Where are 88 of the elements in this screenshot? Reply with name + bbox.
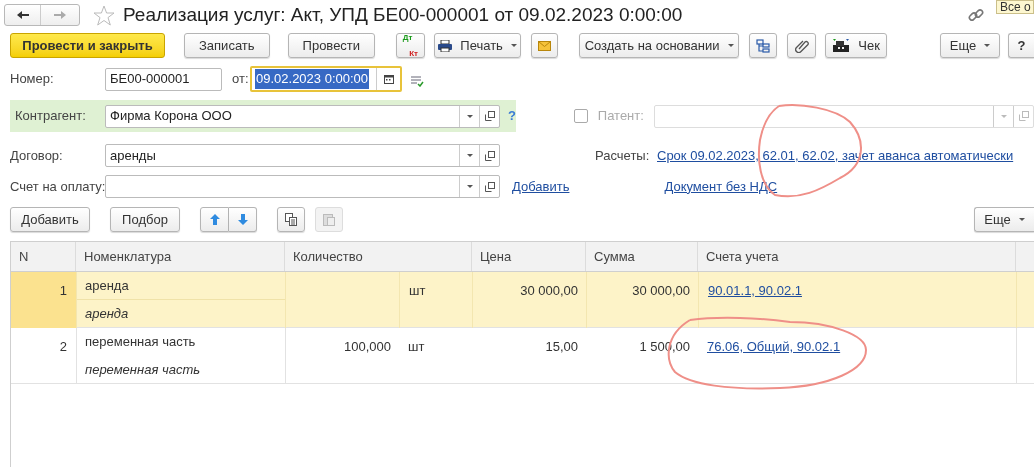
print-label: Печать: [460, 36, 503, 55]
field-label: Договор:: [10, 146, 64, 165]
open-icon: [1018, 111, 1029, 121]
date-field[interactable]: 09.02.2023 0:00:00: [250, 66, 402, 92]
caret-icon: [510, 44, 517, 47]
hierarchy-icon: [756, 38, 771, 53]
link[interactable]: Добавить: [512, 176, 570, 197]
counterparty-field[interactable]: Фирма Корона ООО: [105, 104, 500, 128]
more-button[interactable]: Еще: [940, 33, 1000, 58]
receipt-button[interactable]: Чек: [825, 33, 888, 58]
dropdown-icon[interactable]: [466, 114, 473, 118]
button-label: Создать на основании: [584, 36, 720, 55]
link-icon[interactable]: [968, 7, 984, 23]
document-check-icon[interactable]: [410, 74, 424, 87]
account-link[interactable]: 76.06, Общий, 90.02.1: [707, 339, 841, 354]
window-title: Реализация услуг: Акт, УПД БЕ00-000001 от 09.02.2023 0:00:00: [123, 2, 683, 27]
tooltip: Все о: [996, 0, 1034, 14]
table-cell-text: аренда: [85, 305, 129, 324]
account-link[interactable]: 90.01.1, 90.02.1: [708, 283, 802, 298]
help-button[interactable]: ?: [1008, 33, 1034, 58]
table-cell-text: переменная часть: [85, 333, 196, 352]
open-icon[interactable]: [484, 111, 495, 121]
table-cell-text: 30 000,00: [520, 282, 578, 300]
button-label: Еще: [984, 210, 1011, 229]
button-label: Еще: [949, 36, 977, 55]
table-cell-text: 100,000: [344, 338, 391, 356]
credit-label: Кт: [409, 49, 418, 58]
envelope-icon: [538, 40, 552, 51]
column-header[interactable]: Количество: [285, 242, 472, 271]
column-header[interactable]: N: [11, 242, 76, 271]
number-field[interactable]: БЕ00-000001: [105, 67, 222, 91]
post-and-close-button[interactable]: Провести и закрыть: [10, 33, 165, 58]
field-label: Счет на оплату:: [10, 177, 105, 196]
copy-button[interactable]: [277, 207, 305, 232]
table-cell-text: переменная часть: [85, 361, 201, 380]
dropdown-icon[interactable]: [466, 185, 473, 188]
column-header[interactable]: Цена: [472, 242, 586, 271]
more-button[interactable]: Еще: [974, 207, 1034, 232]
table-cell-text: 30 000,00: [632, 282, 690, 300]
table-cell-text: 15,00: [545, 338, 578, 356]
caret-icon: [1018, 218, 1025, 221]
field-label: Номер:: [10, 70, 55, 89]
field-label: Контрагент:: [15, 107, 87, 126]
column-header[interactable]: Счета учета: [698, 242, 1016, 271]
cash-register-icon: [832, 38, 851, 53]
mail-button[interactable]: [531, 33, 559, 58]
printer-icon: [438, 39, 453, 52]
field-label: Патент:: [597, 107, 645, 126]
debit-label: Дт: [402, 33, 413, 42]
dropdown-icon[interactable]: [466, 154, 473, 157]
field-label: от:: [232, 70, 250, 89]
open-icon[interactable]: [484, 181, 495, 192]
back-arrow-icon: [15, 10, 30, 20]
contract-field[interactable]: аренды: [105, 144, 500, 167]
forward-arrow-icon: [53, 10, 67, 20]
up-arrow-icon: [209, 214, 220, 225]
move-up-button[interactable]: [200, 207, 229, 232]
table-row[interactable]: 1 аренда аренда шт 30 000,00 30 000,00 90.01.1, 90.02.1: [11, 272, 1034, 328]
move-down-button[interactable]: [229, 207, 257, 232]
table-cell-text: аренда: [85, 276, 129, 295]
print-button[interactable]: Печать: [434, 33, 522, 58]
open-icon[interactable]: [484, 150, 495, 161]
table-cell: шт: [408, 339, 425, 354]
structure-button[interactable]: [749, 33, 778, 58]
caret-icon: [984, 44, 991, 47]
down-arrow-icon: [237, 214, 248, 225]
attach-button[interactable]: [787, 33, 817, 58]
pick-button[interactable]: Подбор: [110, 207, 180, 232]
add-button[interactable]: Добавить: [10, 207, 90, 232]
copy-icon: [285, 213, 297, 226]
table-cell: шт: [409, 283, 426, 298]
clipboard-icon: [323, 213, 335, 226]
caret-icon: [727, 44, 734, 47]
column-header[interactable]: Номенклатура: [76, 242, 285, 271]
star-icon[interactable]: [93, 4, 115, 26]
button-label: Чек: [858, 36, 880, 55]
field-label: Расчеты:: [595, 146, 651, 165]
create-based-on-button[interactable]: Создать на основании: [579, 33, 740, 58]
table-cell-text: 1: [59, 282, 67, 300]
toolbar-button[interactable]: Записать: [184, 33, 270, 58]
column-header[interactable]: Сумма: [586, 242, 698, 271]
toolbar-button[interactable]: Провести: [287, 33, 376, 58]
table-cell-text: 2: [59, 338, 67, 356]
calendar-icon[interactable]: [383, 74, 394, 84]
invoice-field[interactable]: [105, 175, 500, 198]
debit-credit-button[interactable]: Дт Кт: [396, 33, 426, 58]
help-link[interactable]: ?: [508, 106, 516, 126]
paperclip-icon: [794, 38, 809, 53]
